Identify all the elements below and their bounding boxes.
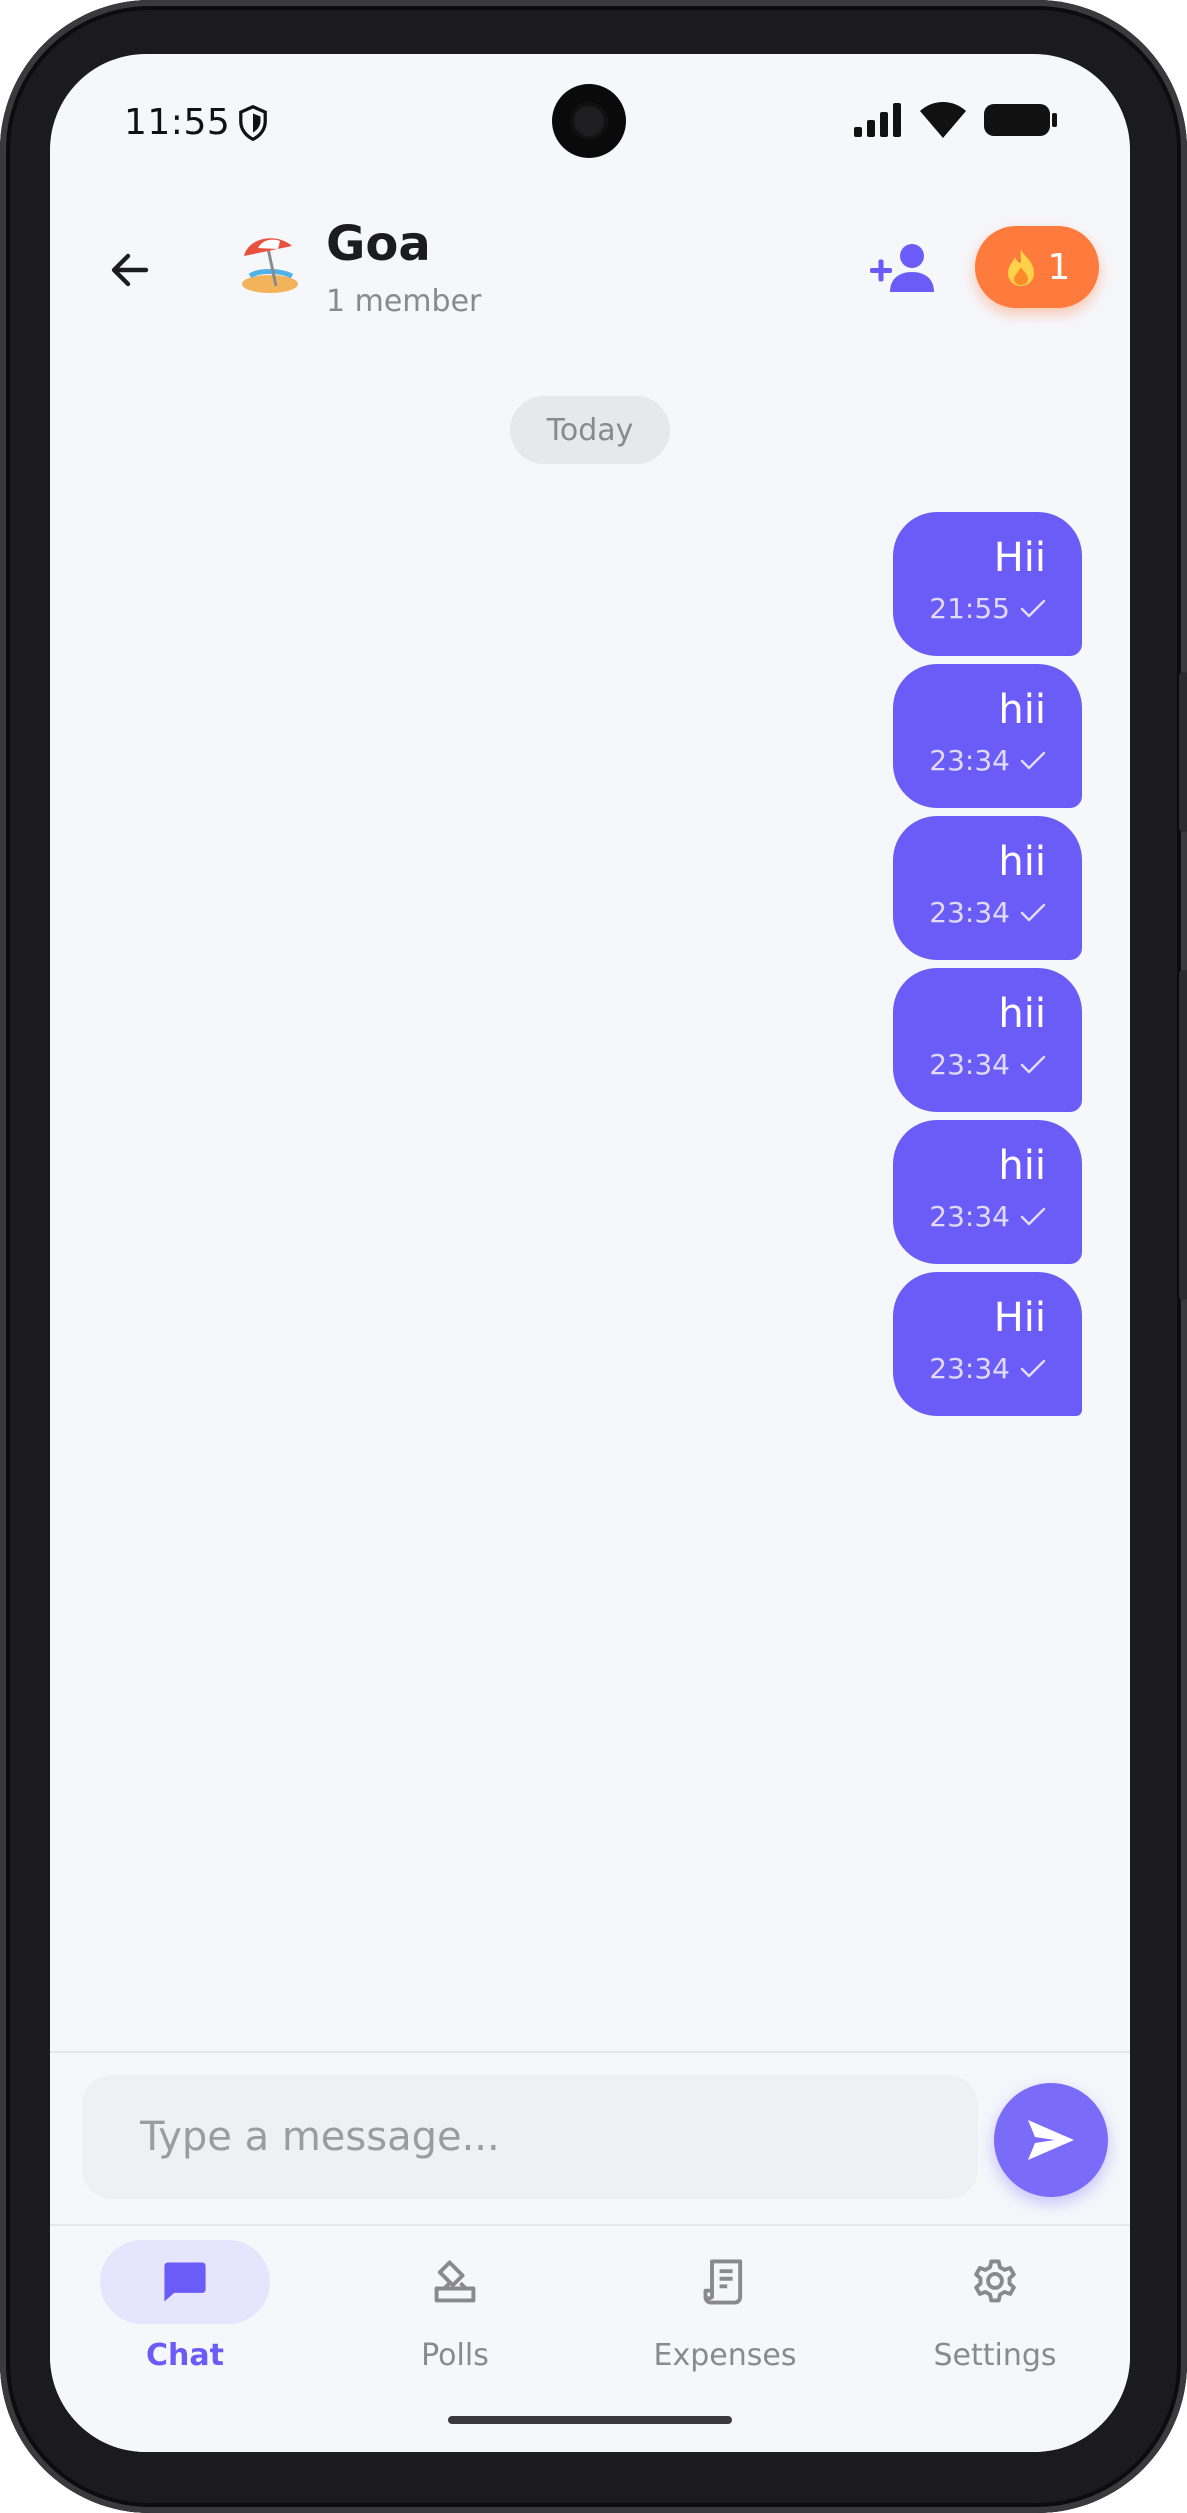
app-screen: 11:55 Goa 1 member 1 Today Hii 21:55 hii… bbox=[50, 54, 1130, 2452]
nav-label-chat: Chat bbox=[146, 2338, 224, 2373]
nav-icon-wrap-settings bbox=[910, 2240, 1080, 2324]
nav-icon-wrap-polls bbox=[370, 2240, 540, 2324]
check-icon bbox=[1020, 903, 1046, 921]
wifi-icon bbox=[920, 102, 966, 138]
check-icon bbox=[1020, 1055, 1046, 1073]
power-button bbox=[1179, 970, 1187, 1300]
check-icon bbox=[1020, 599, 1046, 617]
message-text: hii bbox=[998, 991, 1046, 1037]
message-meta: 23:34 bbox=[929, 1200, 1046, 1233]
nav-label-settings: Settings bbox=[933, 2338, 1057, 2373]
chat-icon bbox=[164, 2262, 206, 2302]
nav-active-indicator bbox=[100, 2240, 270, 2324]
nav-item-chat[interactable]: Chat bbox=[50, 2240, 320, 2390]
status-time: 11:55 bbox=[124, 102, 231, 143]
message-bubble[interactable]: hii 23:34 bbox=[893, 816, 1082, 960]
date-separator: Today bbox=[510, 396, 670, 464]
streak-count: 1 bbox=[1047, 246, 1071, 288]
message-time: 23:34 bbox=[929, 1200, 1010, 1233]
arrow-left-icon bbox=[111, 253, 149, 287]
send-icon bbox=[1028, 2120, 1074, 2160]
message-meta: 23:34 bbox=[929, 1352, 1046, 1385]
message-composer bbox=[50, 2051, 1130, 2224]
nav-item-settings[interactable]: Settings bbox=[860, 2240, 1130, 2390]
message-bubble[interactable]: Hii 23:34 bbox=[893, 1272, 1082, 1416]
back-button[interactable] bbox=[90, 230, 170, 310]
message-text: hii bbox=[998, 687, 1046, 733]
add-member-button[interactable] bbox=[868, 240, 938, 300]
check-icon bbox=[1020, 1359, 1046, 1377]
check-icon bbox=[1020, 1207, 1046, 1225]
message-input[interactable] bbox=[82, 2075, 978, 2199]
message-text: hii bbox=[998, 839, 1046, 885]
beach-umbrella-icon bbox=[242, 238, 298, 293]
check-icon bbox=[1020, 751, 1046, 769]
message-meta: 23:34 bbox=[929, 1048, 1046, 1081]
message-bubble[interactable]: Hii 21:55 bbox=[893, 512, 1082, 656]
message-bubble[interactable]: hii 23:34 bbox=[893, 968, 1082, 1112]
message-bubble[interactable]: hii 23:34 bbox=[893, 664, 1082, 808]
member-count: 1 member bbox=[326, 284, 482, 319]
message-meta: 23:34 bbox=[929, 896, 1046, 929]
nav-icon-wrap-expenses bbox=[640, 2240, 810, 2324]
battery-icon bbox=[984, 104, 1057, 136]
message-text: Hii bbox=[993, 535, 1046, 581]
group-name[interactable]: Goa bbox=[326, 216, 431, 272]
message-time: 23:34 bbox=[929, 1048, 1010, 1081]
nav-item-expenses[interactable]: Expenses bbox=[590, 2240, 860, 2390]
message-time: 21:55 bbox=[929, 592, 1010, 625]
nav-label-expenses: Expenses bbox=[653, 2338, 797, 2373]
fire-icon bbox=[1007, 249, 1034, 286]
message-list: Hii 21:55 hii 23:34 hii 23:34 hii 23:34 hii 23:34… bbox=[682, 512, 1082, 1416]
status-icons bbox=[854, 102, 1058, 138]
message-text: Hii bbox=[993, 1295, 1046, 1341]
add-person-icon bbox=[870, 244, 934, 292]
gear-icon bbox=[974, 2259, 1016, 2303]
ballot-icon bbox=[434, 2260, 476, 2303]
receipt-icon bbox=[703, 2259, 743, 2305]
status-bar: 11:55 bbox=[50, 54, 1130, 194]
message-time: 23:34 bbox=[929, 896, 1010, 929]
streak-badge[interactable]: 1 bbox=[975, 226, 1099, 308]
chat-header: Goa 1 member 1 bbox=[50, 204, 1130, 334]
shield-icon bbox=[239, 104, 267, 142]
message-text: hii bbox=[998, 1143, 1046, 1189]
front-camera bbox=[552, 84, 626, 158]
signal-icon bbox=[854, 103, 901, 137]
nav-label-polls: Polls bbox=[421, 2338, 489, 2373]
home-indicator[interactable] bbox=[448, 2416, 732, 2424]
message-time: 23:34 bbox=[929, 744, 1010, 777]
volume-button bbox=[1179, 672, 1187, 832]
message-bubble[interactable]: hii 23:34 bbox=[893, 1120, 1082, 1264]
send-button[interactable] bbox=[994, 2083, 1108, 2197]
message-time: 23:34 bbox=[929, 1352, 1010, 1385]
message-meta: 21:55 bbox=[929, 592, 1046, 625]
nav-item-polls[interactable]: Polls bbox=[320, 2240, 590, 2390]
message-meta: 23:34 bbox=[929, 744, 1046, 777]
